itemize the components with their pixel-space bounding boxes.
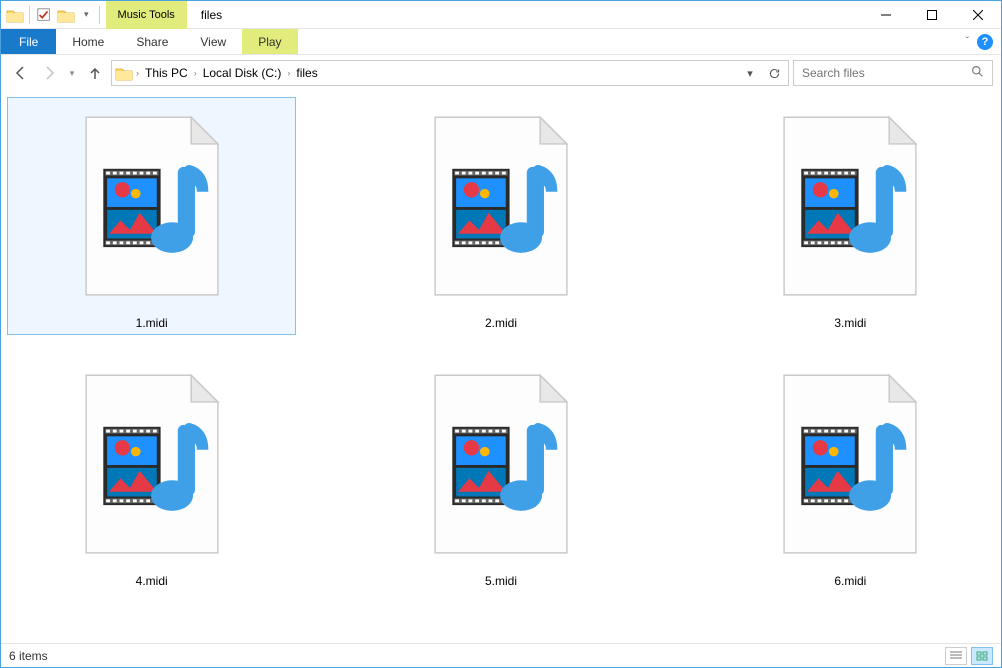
tab-file[interactable]: File [1,29,56,54]
tab-share[interactable]: Share [120,29,184,54]
tab-play[interactable]: Play [242,29,297,54]
details-view-button[interactable] [945,647,967,665]
ribbon-expand-chevron[interactable]: ˇ [966,36,969,47]
breadcrumb-item[interactable]: files [292,66,321,80]
media-file-icon [760,102,940,312]
address-dropdown-chevron[interactable]: ▾ [738,61,762,85]
refresh-button[interactable] [762,61,786,85]
folder-icon[interactable] [56,5,76,25]
media-file-icon [62,360,242,570]
breadcrumb-chevron[interactable]: › [134,68,141,78]
file-list-pane[interactable]: 1.midi 2.midi 3.midi 4.midi 5.midi 6.midi [1,91,1001,643]
file-item[interactable]: 3.midi [706,97,995,335]
ribbon-tabs: File Home Share View Play ˇ ? [1,29,1001,55]
forward-button[interactable] [37,61,61,85]
address-bar[interactable]: › This PC › Local Disk (C:) › files ▾ [111,60,789,86]
breadcrumb-chevron[interactable]: › [192,68,199,78]
media-file-icon [760,360,940,570]
back-button[interactable] [9,61,33,85]
status-bar: 6 items [1,643,1001,667]
file-name-label: 1.midi [136,316,168,330]
search-icon[interactable] [971,65,984,81]
navigation-bar: ▾ › This PC › Local Disk (C:) › files ▾ [1,55,1001,91]
file-name-label: 5.midi [485,574,517,588]
contextual-tab-label: Music Tools [106,1,187,29]
separator [99,6,100,24]
minimize-button[interactable] [863,1,909,29]
breadcrumb-item[interactable]: Local Disk (C:) [199,66,286,80]
folder-icon[interactable] [5,5,25,25]
window-title: files [187,1,863,28]
separator [29,6,30,24]
media-file-icon [411,102,591,312]
maximize-button[interactable] [909,1,955,29]
window-controls [863,1,1001,28]
file-name-label: 4.midi [136,574,168,588]
media-file-icon [411,360,591,570]
file-item[interactable]: 5.midi [356,355,645,593]
media-file-icon [62,102,242,312]
qa-customize-chevron[interactable]: ▾ [78,9,95,20]
file-name-label: 6.midi [834,574,866,588]
up-button[interactable] [83,61,107,85]
large-icons-view-button[interactable] [971,647,993,665]
breadcrumb-item[interactable]: This PC [141,66,192,80]
quick-access-toolbar: ▾ [1,1,106,28]
file-item[interactable]: 1.midi [7,97,296,335]
search-input[interactable] [802,66,971,80]
search-box[interactable] [793,60,993,86]
help-icon[interactable]: ? [977,34,993,50]
file-explorer-window: ▾ Music Tools files File Home Share View… [0,0,1002,668]
folder-icon [114,63,134,83]
properties-icon[interactable] [34,5,54,25]
file-name-label: 2.midi [485,316,517,330]
item-count: 6 items [9,649,48,663]
tab-home[interactable]: Home [56,29,120,54]
title-bar: ▾ Music Tools files [1,1,1001,29]
tab-view[interactable]: View [184,29,242,54]
recent-locations-chevron[interactable]: ▾ [65,61,79,85]
file-item[interactable]: 4.midi [7,355,296,593]
breadcrumb-chevron[interactable]: › [285,68,292,78]
close-button[interactable] [955,1,1001,29]
file-name-label: 3.midi [834,316,866,330]
file-item[interactable]: 2.midi [356,97,645,335]
file-item[interactable]: 6.midi [706,355,995,593]
